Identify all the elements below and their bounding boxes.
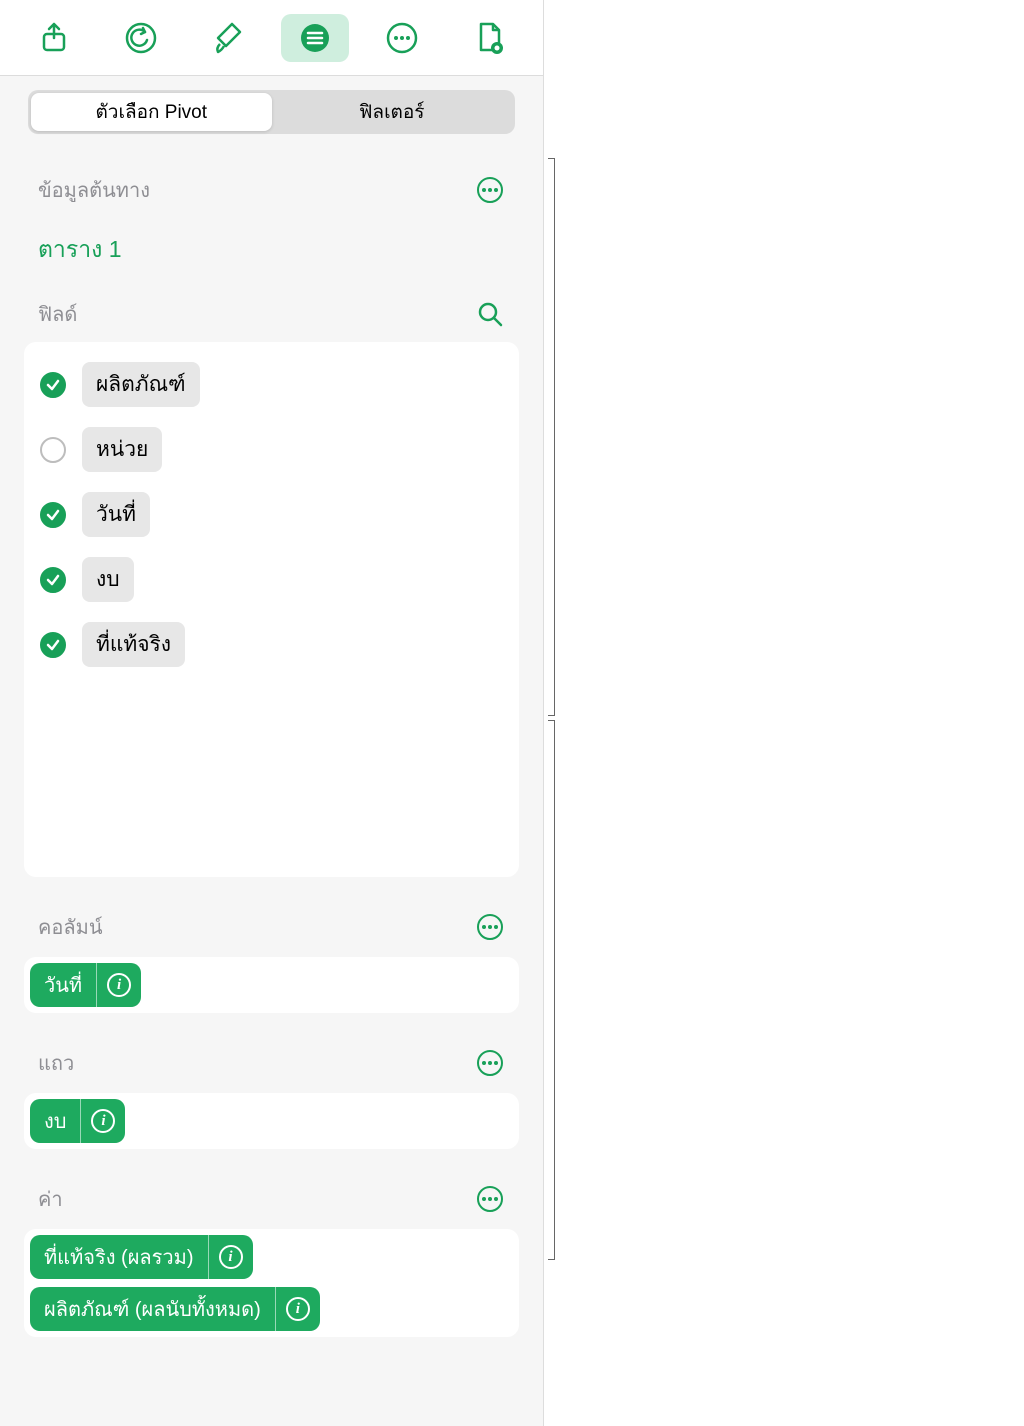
field-checkbox[interactable] (40, 437, 66, 463)
ellipsis-circle-icon (384, 20, 420, 56)
fields-search-button[interactable] (475, 299, 505, 329)
info-icon: i (91, 1109, 115, 1133)
fields-label: ฟิลด์ (38, 298, 77, 330)
row-pill[interactable]: งบ i (30, 1099, 125, 1143)
value-pill[interactable]: ที่แท้จริง (ผลรวม) i (30, 1235, 253, 1279)
values-dropzone[interactable]: ที่แท้จริง (ผลรวม) i ผลิตภัณฑ์ (ผลนับทั้… (24, 1229, 519, 1337)
pivot-panel-button[interactable] (281, 14, 349, 62)
undo-button[interactable] (107, 14, 175, 62)
columns-label: คอลัมน์ (38, 911, 103, 943)
more-icon (477, 914, 503, 940)
tab-filter[interactable]: ฟิลเตอร์ (272, 93, 513, 131)
field-row: งบ (40, 547, 503, 612)
values-header: ค่า (24, 1183, 519, 1221)
column-pill[interactable]: วันที่ i (30, 963, 141, 1007)
values-zone: ค่า ที่แท้จริง (ผลรวม) i ผลิตภัณฑ์ (ผลนั… (24, 1183, 519, 1337)
document-gear-icon (471, 20, 507, 56)
more-icon (477, 177, 503, 203)
more-button[interactable] (368, 14, 436, 62)
fields-header: ฟิลด์ (24, 298, 519, 336)
pill-info-button[interactable]: i (97, 963, 141, 1007)
field-row: ผลิตภัณฑ์ (40, 352, 503, 417)
source-more-button[interactable] (475, 175, 505, 205)
field-checkbox[interactable] (40, 502, 66, 528)
rows-more-button[interactable] (475, 1048, 505, 1078)
info-icon: i (107, 973, 131, 997)
callout-bracket-top (554, 158, 555, 716)
check-icon (45, 637, 61, 653)
field-row: วันที่ (40, 482, 503, 547)
pill-info-button[interactable]: i (276, 1287, 320, 1331)
source-name[interactable]: ตาราง 1 (24, 212, 519, 298)
source-header: ข้อมูลต้นทาง (24, 174, 519, 212)
field-checkbox[interactable] (40, 372, 66, 398)
pill-label: ผลิตภัณฑ์ (ผลนับทั้งหมด) (30, 1287, 276, 1331)
format-brush-button[interactable] (194, 14, 262, 62)
columns-zone: คอลัมน์ วันที่ i (24, 911, 519, 1013)
source-label: ข้อมูลต้นทาง (38, 174, 150, 206)
segmented-control: ตัวเลือก Pivot ฟิลเตอร์ (28, 90, 515, 134)
pill-label: ที่แท้จริง (ผลรวม) (30, 1235, 209, 1279)
field-checkbox[interactable] (40, 567, 66, 593)
document-settings-button[interactable] (455, 14, 523, 62)
values-more-button[interactable] (475, 1184, 505, 1214)
values-label: ค่า (38, 1183, 63, 1215)
pill-label: วันที่ (30, 963, 97, 1007)
info-icon: i (219, 1245, 243, 1269)
rows-zone: แถว งบ i (24, 1047, 519, 1149)
callout-bracket-bottom (554, 720, 555, 1260)
pill-info-button[interactable]: i (81, 1099, 125, 1143)
field-row: ที่แท้จริง (40, 612, 503, 677)
format-panel: ตัวเลือก Pivot ฟิลเตอร์ ข้อมูลต้นทาง ตาร… (0, 0, 544, 1426)
tab-pivot-options[interactable]: ตัวเลือก Pivot (31, 93, 272, 131)
share-icon (36, 20, 72, 56)
columns-header: คอลัมน์ (24, 911, 519, 949)
fields-list: ผลิตภัณฑ์ หน่วย วันที่ งบ (24, 342, 519, 877)
value-pill[interactable]: ผลิตภัณฑ์ (ผลนับทั้งหมด) i (30, 1287, 320, 1331)
columns-more-button[interactable] (475, 912, 505, 942)
pill-info-button[interactable]: i (209, 1235, 253, 1279)
search-icon (476, 300, 504, 328)
check-icon (45, 507, 61, 523)
field-chip[interactable]: ที่แท้จริง (82, 622, 185, 667)
rows-dropzone[interactable]: งบ i (24, 1093, 519, 1149)
rows-label: แถว (38, 1047, 74, 1079)
field-chip[interactable]: ผลิตภัณฑ์ (82, 362, 200, 407)
panel-body: ข้อมูลต้นทาง ตาราง 1 ฟิลด์ ผลิตภัณฑ์ (0, 134, 543, 1426)
pill-label: งบ (30, 1099, 81, 1143)
more-icon (477, 1050, 503, 1076)
top-toolbar (0, 0, 543, 76)
field-checkbox[interactable] (40, 632, 66, 658)
undo-icon (123, 20, 159, 56)
list-icon (297, 20, 333, 56)
share-button[interactable] (20, 14, 88, 62)
brush-icon (210, 20, 246, 56)
segmented-control-wrap: ตัวเลือก Pivot ฟิลเตอร์ (0, 76, 543, 134)
columns-dropzone[interactable]: วันที่ i (24, 957, 519, 1013)
rows-header: แถว (24, 1047, 519, 1085)
field-chip[interactable]: งบ (82, 557, 134, 602)
check-icon (45, 377, 61, 393)
field-chip[interactable]: วันที่ (82, 492, 150, 537)
check-icon (45, 572, 61, 588)
info-icon: i (286, 1297, 310, 1321)
more-icon (477, 1186, 503, 1212)
field-chip[interactable]: หน่วย (82, 427, 162, 472)
field-row: หน่วย (40, 417, 503, 482)
